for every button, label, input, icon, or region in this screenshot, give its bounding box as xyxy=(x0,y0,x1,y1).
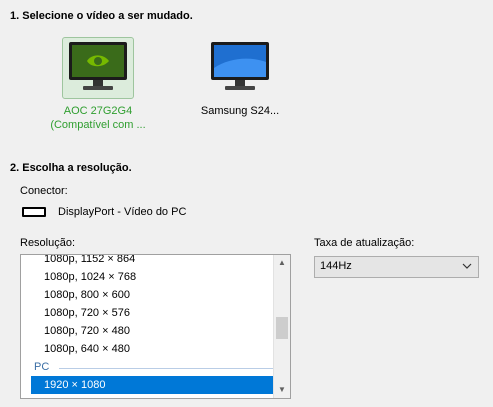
scroll-up-icon[interactable]: ▲ xyxy=(274,255,290,271)
connector-value: DisplayPort - Vídeo do PC xyxy=(58,206,187,218)
resolution-item[interactable]: 1080p, 640 × 480 xyxy=(21,340,275,358)
scroll-thumb[interactable] xyxy=(276,317,288,339)
section-resolution-title: 2. Escolha a resolução. xyxy=(10,162,132,174)
monitor-frame xyxy=(204,37,276,99)
resolution-item[interactable]: 1080p, 1024 × 768 xyxy=(21,268,275,286)
displayport-icon xyxy=(22,207,46,217)
connector-row: DisplayPort - Vídeo do PC xyxy=(22,206,186,218)
monitor-compat: (Compatível com ... xyxy=(50,119,146,131)
resolution-item[interactable]: 1080p, 1152 × 864 xyxy=(21,255,275,268)
refresh-rate-label: Taxa de atualização: xyxy=(314,237,415,249)
resolution-group-header: PC xyxy=(21,358,275,376)
monitor-tile-aoc[interactable]: AOC 27G2G4 (Compatível com ... xyxy=(50,37,146,132)
resolution-item[interactable]: 1080p, 800 × 600 xyxy=(21,286,275,304)
monitor-tile-samsung[interactable]: Samsung S24... xyxy=(192,37,288,118)
resolution-item-selected[interactable]: 1920 × 1080 xyxy=(31,376,275,394)
refresh-rate-dropdown[interactable]: 144Hz xyxy=(314,256,479,278)
monitor-name: Samsung S24... xyxy=(200,105,280,117)
resolution-list[interactable]: 1080p, 1152 × 864 1080p, 1024 × 768 1080… xyxy=(20,254,291,399)
monitor-name: AOC 27G2G4 xyxy=(63,105,133,117)
resolution-items: 1080p, 1152 × 864 1080p, 1024 × 768 1080… xyxy=(21,255,275,394)
chevron-down-icon xyxy=(462,263,472,269)
resolution-item[interactable]: 1080p, 720 × 576 xyxy=(21,304,275,322)
resolution-scrollbar[interactable]: ▲ ▼ xyxy=(273,255,290,398)
monitor-frame xyxy=(62,37,134,99)
resolution-label: Resolução: xyxy=(20,237,76,249)
section-select-display-title: 1. Selecione o vídeo a ser mudado. xyxy=(10,10,193,22)
refresh-rate-value: 144Hz xyxy=(320,260,352,272)
windows-monitor-icon xyxy=(211,42,269,90)
resolution-item[interactable]: 1080p, 720 × 480 xyxy=(21,322,275,340)
connector-label: Conector: xyxy=(20,185,68,197)
nvidia-monitor-icon xyxy=(69,42,127,90)
scroll-down-icon[interactable]: ▼ xyxy=(274,382,290,398)
